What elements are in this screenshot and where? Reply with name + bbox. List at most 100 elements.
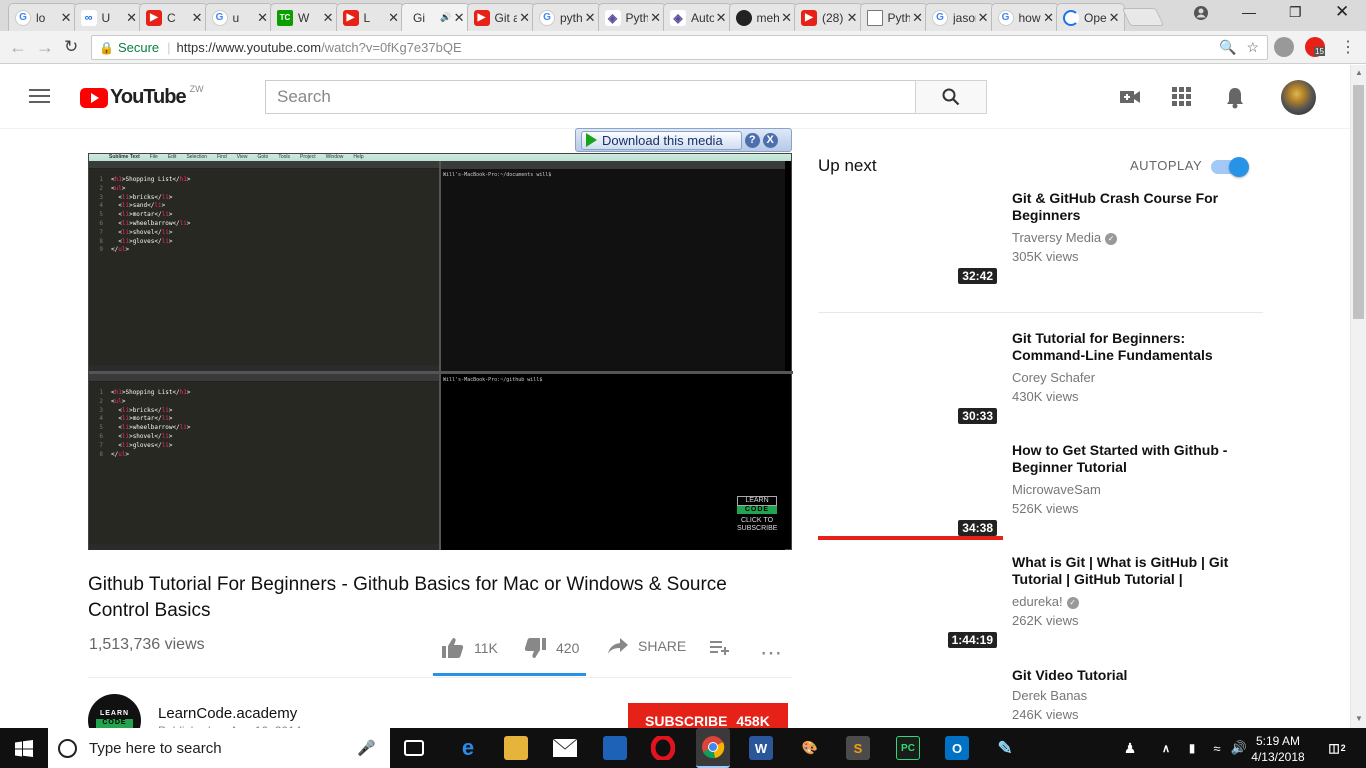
wifi-icon[interactable]: ≈ xyxy=(1205,736,1229,760)
close-tab-icon[interactable]: ✕ xyxy=(126,10,137,26)
channel-name[interactable]: LearnCode.academy xyxy=(158,705,297,722)
microphone-icon[interactable]: 🎤 xyxy=(357,739,376,757)
mail-icon[interactable] xyxy=(553,736,577,760)
share-button[interactable]: SHARE xyxy=(608,638,686,654)
up-next-channel[interactable]: Derek Banas xyxy=(1012,688,1087,703)
back-icon[interactable]: ← xyxy=(9,37,27,58)
browser-tab[interactable]: ◈ Pyth ✕ xyxy=(597,3,666,31)
browser-tab[interactable]: TC W ✕ xyxy=(270,3,339,31)
up-next-channel[interactable]: MicrowaveSam xyxy=(1012,482,1101,497)
up-next-title[interactable]: How to Get Started with Github - Beginne… xyxy=(1012,442,1248,476)
more-actions-icon[interactable]: ⋯ xyxy=(760,640,782,666)
close-tab-icon[interactable]: ✕ xyxy=(192,10,203,26)
youtube-logo[interactable]: YouTube ZW xyxy=(80,84,204,109)
action-center-icon[interactable]: ◫ 2 xyxy=(1325,736,1349,760)
up-next-title[interactable]: Git Video Tutorial xyxy=(1012,667,1248,684)
video-player[interactable]: Sublime Text File Edit Selection Find View Got… xyxy=(88,153,793,550)
browser-tab[interactable]: ▶ L ✕ xyxy=(335,3,404,31)
browser-tab[interactable]: ▶ C ✕ xyxy=(139,3,208,31)
dislike-button[interactable]: 420 xyxy=(524,638,579,658)
new-tab-button[interactable] xyxy=(1121,8,1165,26)
close-tab-icon[interactable]: ✕ xyxy=(650,10,661,26)
app-icon-pen[interactable]: ✎ xyxy=(993,736,1017,760)
browser-tab[interactable]: Oper✕ xyxy=(1056,3,1125,31)
browser-tab[interactable]: Gpyth ✕ xyxy=(532,3,601,31)
add-to-playlist-button[interactable] xyxy=(710,641,740,655)
page-scrollbar[interactable]: ▲ ▼ xyxy=(1350,65,1366,728)
tray-chevron-icon[interactable]: ∧ xyxy=(1154,736,1178,760)
close-tab-icon[interactable]: ✕ xyxy=(912,10,923,26)
close-tab-icon[interactable]: ✕ xyxy=(978,10,989,26)
browser-tab[interactable]: Gjasor✕ xyxy=(925,3,994,31)
sublime-text-icon[interactable]: S xyxy=(846,736,870,760)
guide-menu-icon[interactable] xyxy=(29,89,50,105)
up-next-item[interactable]: 30:33 Git Tutorial for Beginners: Command… xyxy=(818,330,1263,430)
battery-icon[interactable]: ▮ xyxy=(1180,736,1204,760)
video-thumbnail[interactable]: 1:44:19 xyxy=(818,554,1001,652)
forward-icon[interactable]: → xyxy=(36,37,54,58)
file-explorer-icon[interactable] xyxy=(504,736,528,760)
paint-icon[interactable]: 🎨 xyxy=(798,736,822,760)
browser-tab[interactable]: ▶ (28) ✕ xyxy=(794,3,863,31)
close-tab-icon[interactable]: ✕ xyxy=(454,10,465,26)
up-next-item[interactable]: 32:42 Git & GitHub Crash Course For Begin… xyxy=(818,190,1263,290)
taskbar-clock[interactable]: 5:19 AM 4/13/2018 xyxy=(1238,733,1318,765)
apps-grid-icon[interactable] xyxy=(1172,87,1194,107)
autoplay-toggle[interactable] xyxy=(1211,157,1249,177)
profile-icon[interactable] xyxy=(1193,5,1209,24)
scroll-down-icon[interactable]: ▼ xyxy=(1355,714,1363,723)
edge-icon[interactable]: e xyxy=(456,735,480,760)
create-video-icon[interactable] xyxy=(1119,87,1141,107)
up-next-item[interactable]: 1:44:19 What is Git | What is GitHub | Gi… xyxy=(818,554,1263,654)
learncode-watermark[interactable]: LEARN CODE CLICK TO SUBSCRIBE xyxy=(737,496,777,533)
close-tab-icon[interactable]: ✕ xyxy=(716,10,727,26)
download-media-button[interactable]: Download this media xyxy=(581,130,742,150)
people-icon[interactable]: ♟ xyxy=(1118,736,1142,760)
scrollbar-thumb[interactable] xyxy=(1353,85,1364,319)
notifications-bell-icon[interactable] xyxy=(1225,87,1247,109)
browser-tab[interactable]: Glo ✕ xyxy=(8,3,77,31)
download-close-button[interactable]: X xyxy=(762,132,778,148)
pycharm-icon[interactable]: PC xyxy=(896,736,920,760)
like-button[interactable]: 11K xyxy=(442,638,498,658)
search-button[interactable] xyxy=(915,80,987,114)
windows-start-icon[interactable] xyxy=(15,740,33,757)
close-tab-icon[interactable]: ✕ xyxy=(257,10,268,26)
browser-tab[interactable]: Gi 🔊 ✕ xyxy=(401,3,470,31)
browser-tab[interactable]: Ghow ✕ xyxy=(990,3,1059,31)
close-tab-icon[interactable]: ✕ xyxy=(323,10,334,26)
word-icon[interactable]: W xyxy=(749,736,773,760)
up-next-channel[interactable]: Traversy Media xyxy=(1012,230,1101,245)
restore-icon[interactable]: ❐ xyxy=(1289,4,1302,21)
app-icon-blue[interactable] xyxy=(603,736,627,760)
extension-icon[interactable] xyxy=(1274,37,1294,57)
reload-icon[interactable]: ↻ xyxy=(64,37,78,57)
opera-icon[interactable] xyxy=(651,736,675,760)
download-help-button[interactable]: ? xyxy=(744,132,760,148)
browser-tab[interactable]: ∞ U ✕ xyxy=(73,3,142,31)
address-bar[interactable]: 🔒 Secure | https://www.youtube.com/watch… xyxy=(91,35,1268,60)
up-next-item[interactable]: 34:38 How to Get Started with Github - Be… xyxy=(818,442,1263,542)
close-tab-icon[interactable]: ✕ xyxy=(781,10,792,26)
account-avatar[interactable] xyxy=(1281,80,1316,115)
minimize-icon[interactable]: — xyxy=(1242,4,1256,20)
close-tab-icon[interactable]: ✕ xyxy=(388,10,399,26)
taskbar-search[interactable]: Type here to search 🎤 xyxy=(48,728,390,768)
close-tab-icon[interactable]: ✕ xyxy=(1043,10,1054,26)
browser-tab[interactable]: ▶ Git a✕ xyxy=(466,3,535,31)
browser-tab[interactable]: meh ✕ xyxy=(728,3,797,31)
up-next-channel[interactable]: Corey Schafer xyxy=(1012,370,1095,385)
scroll-up-icon[interactable]: ▲ xyxy=(1355,68,1363,77)
close-tab-icon[interactable]: ✕ xyxy=(585,10,596,26)
search-input[interactable]: Search xyxy=(265,80,916,114)
video-thumbnail[interactable]: 32:42 xyxy=(818,190,1001,288)
video-thumbnail[interactable]: 30:33 xyxy=(818,330,1001,428)
browser-tab[interactable]: ◈ Auto ✕ xyxy=(663,3,732,31)
chrome-menu-icon[interactable]: ⋮ xyxy=(1340,37,1356,57)
up-next-title[interactable]: Git Tutorial for Beginners: Command-Line… xyxy=(1012,330,1248,364)
audio-playing-icon[interactable]: 🔊 xyxy=(440,12,451,23)
browser-tab[interactable]: Pyth ✕ xyxy=(859,3,928,31)
task-view-icon[interactable] xyxy=(404,740,424,756)
close-tab-icon[interactable]: ✕ xyxy=(61,10,72,26)
zoom-icon[interactable]: 🔍 xyxy=(1219,39,1236,55)
